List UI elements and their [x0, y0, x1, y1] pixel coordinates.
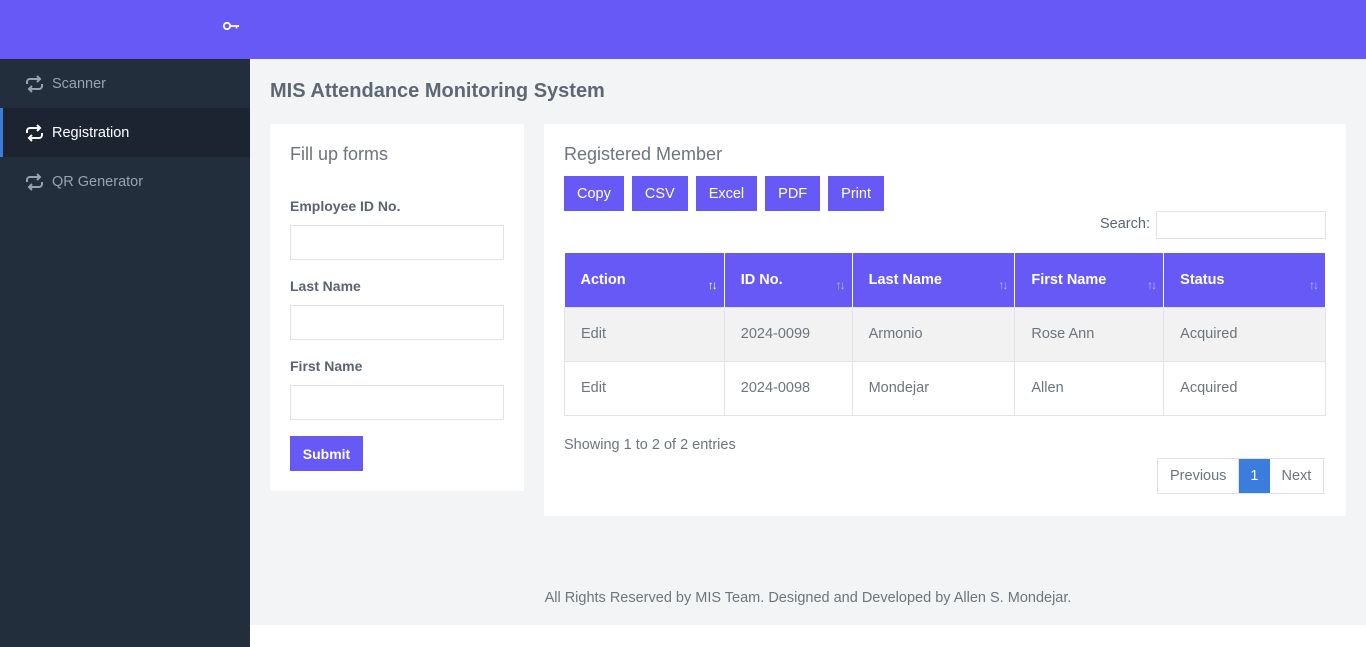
- table-title: Registered Member: [564, 144, 723, 164]
- first-name-input[interactable]: [290, 385, 504, 420]
- page-1-button[interactable]: 1: [1239, 459, 1270, 493]
- last-name-label: Last Name: [290, 278, 361, 294]
- members-table: Action ↑↓ ID No. ↑↓ Last Name ↑↓ First Name…: [564, 253, 1326, 416]
- submit-button[interactable]: Submit: [290, 436, 363, 471]
- employee-id-input[interactable]: [290, 225, 504, 260]
- table-header-row: Action ↑↓ ID No. ↑↓ Last Name ↑↓ First Name…: [564, 253, 1326, 307]
- first-name-label: First Name: [290, 358, 363, 374]
- pdf-button[interactable]: PDF: [765, 176, 821, 211]
- edit-link[interactable]: Edit: [564, 360, 725, 416]
- table-row: Edit 2024-0099 Armonio Rose Ann Acquired: [564, 306, 1326, 362]
- column-header-label: Status: [1180, 271, 1225, 288]
- csv-button[interactable]: CSV: [631, 176, 688, 211]
- column-header-id[interactable]: ID No. ↑↓: [724, 253, 853, 307]
- column-header-status[interactable]: Status ↑↓: [1163, 253, 1326, 307]
- column-header-last-name[interactable]: Last Name ↑↓: [852, 253, 1016, 307]
- footer-text: All Rights Reserved by MIS Team. Designe…: [544, 590, 1072, 606]
- column-header-label: Action: [580, 271, 626, 288]
- column-header-label: ID No.: [740, 271, 783, 288]
- previous-page-button[interactable]: Previous: [1158, 459, 1240, 493]
- key-icon[interactable]: [222, 20, 242, 32]
- sidebar-item-label: Scanner: [52, 75, 107, 92]
- table-cell-last-name: Armonio: [851, 306, 1016, 362]
- repeat-icon: [26, 74, 43, 93]
- table-cell-status: Acquired: [1163, 360, 1326, 416]
- footer-bar: [250, 625, 1366, 647]
- column-header-label: Last Name: [868, 271, 942, 288]
- table-cell-id: 2024-0099: [723, 306, 853, 362]
- table-cell-status: Acquired: [1163, 306, 1326, 362]
- registration-form-card: Fill up forms Employee ID No. Last Name …: [270, 124, 524, 491]
- sidebar-item-label: QR Generator: [52, 173, 144, 190]
- copy-button[interactable]: Copy: [564, 176, 624, 211]
- form-title: Fill up forms: [290, 144, 389, 164]
- table-row: Edit 2024-0098 Mondejar Allen Acquired: [564, 360, 1326, 416]
- edit-link[interactable]: Edit: [564, 306, 725, 362]
- sidebar-item-registration[interactable]: Registration: [0, 108, 250, 157]
- last-name-input[interactable]: [290, 305, 504, 340]
- export-button-group: Copy CSV Excel PDF Print: [564, 176, 884, 211]
- next-page-button[interactable]: Next: [1269, 459, 1324, 493]
- column-header-label: First Name: [1031, 271, 1107, 288]
- table-cell-id: 2024-0098: [723, 360, 853, 416]
- top-navbar: [0, 0, 1366, 59]
- table-cell-first-name: Rose Ann: [1014, 306, 1165, 362]
- search-label: Search:: [1100, 216, 1150, 232]
- table-cell-first-name: Allen: [1014, 360, 1165, 416]
- sidebar-item-label: Registration: [52, 124, 130, 141]
- table-info: Showing 1 to 2 of 2 entries: [564, 437, 736, 453]
- sort-icon: ↑↓: [1147, 278, 1157, 292]
- sidebar-item-qr-generator[interactable]: QR Generator: [0, 157, 250, 206]
- excel-button[interactable]: Excel: [695, 176, 758, 211]
- repeat-icon: [26, 172, 43, 191]
- sort-asc-icon: ↑↓: [707, 278, 718, 292]
- sidebar: Scanner Registration QR Generator: [0, 59, 250, 647]
- registered-member-card: Registered Member Copy CSV Excel PDF Pri…: [544, 124, 1346, 516]
- column-header-first-name[interactable]: First Name ↑↓: [1014, 253, 1165, 307]
- sort-icon: ↑↓: [1309, 278, 1319, 292]
- pagination: Previous 1 Next: [1157, 458, 1325, 494]
- sidebar-item-scanner[interactable]: Scanner: [0, 59, 250, 108]
- main-content: MIS Attendance Monitoring System Fill up…: [250, 59, 1366, 625]
- table-cell-last-name: Mondejar: [851, 360, 1016, 416]
- column-header-action[interactable]: Action ↑↓: [564, 253, 725, 307]
- print-button[interactable]: Print: [828, 176, 884, 211]
- employee-id-label: Employee ID No.: [290, 198, 401, 214]
- page-title: MIS Attendance Monitoring System: [270, 80, 605, 102]
- sort-icon: ↑↓: [998, 278, 1008, 292]
- repeat-icon: [26, 123, 43, 142]
- search-input[interactable]: [1156, 211, 1326, 239]
- sort-icon: ↑↓: [835, 278, 846, 292]
